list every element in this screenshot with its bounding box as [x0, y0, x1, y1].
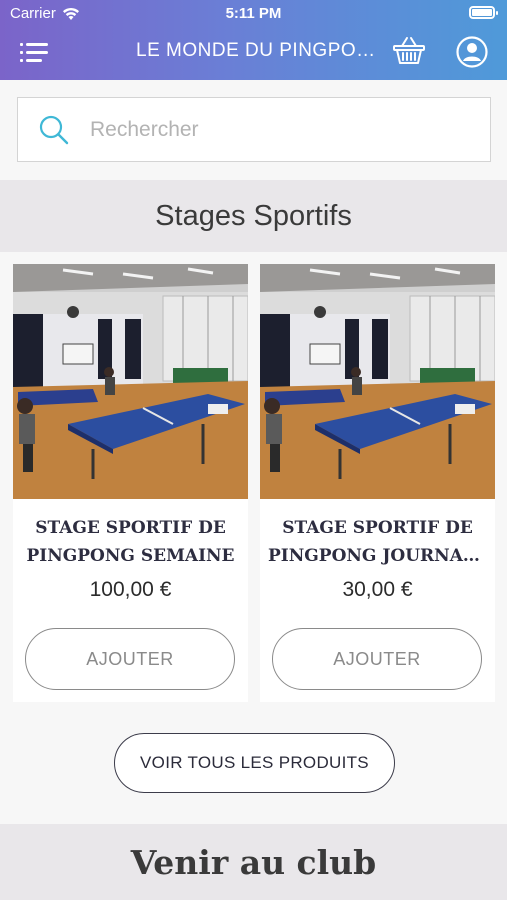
product-name-line: PINGPONG SEMAINE	[26, 546, 235, 566]
status-time: 5:11 PM	[225, 5, 282, 22]
product-image[interactable]	[260, 264, 495, 499]
product-image[interactable]	[13, 264, 248, 499]
status-bar: Carrier 5:11 PM	[0, 0, 507, 26]
battery-icon	[469, 6, 498, 19]
search-icon[interactable]	[38, 114, 70, 146]
search-bar	[17, 97, 491, 162]
section-title-club: Venir au club	[0, 824, 507, 900]
menu-icon	[20, 43, 48, 46]
pingpong-photo	[13, 264, 248, 499]
product-name-line: PINGPONG JOURNALIER	[268, 546, 487, 566]
product-card[interactable]: STAGE SPORTIF DE PINGPONG JOURNALIER 30,…	[260, 264, 495, 702]
basket-button[interactable]	[392, 36, 426, 66]
search-input[interactable]	[90, 110, 470, 150]
view-all-products-button[interactable]: VOIR TOUS LES PRODUITS	[114, 733, 395, 793]
app-header: Carrier 5:11 PM LE MONDE DU PINGPONG	[0, 0, 507, 80]
user-icon	[456, 36, 488, 68]
product-name-line: STAGE SPORTIF DE	[282, 518, 473, 538]
product-name[interactable]: STAGE SPORTIF DE PINGPONG SEMAINE	[21, 514, 240, 570]
product-price: 30,00 €	[342, 578, 413, 601]
product-card[interactable]: STAGE SPORTIF DE PINGPONG SEMAINE 100,00…	[13, 264, 248, 702]
basket-icon	[393, 37, 425, 64]
account-button[interactable]	[456, 36, 488, 68]
add-to-cart-button[interactable]: AJOUTER	[272, 628, 482, 690]
add-to-cart-button[interactable]: AJOUTER	[25, 628, 235, 690]
menu-icon-line	[20, 59, 42, 62]
section-title: Stages Sportifs	[0, 180, 507, 252]
navbar: LE MONDE DU PINGPONG	[0, 28, 507, 78]
menu-icon-line	[20, 51, 48, 54]
product-price: 100,00 €	[89, 578, 172, 601]
product-name-line: STAGE SPORTIF DE	[35, 518, 226, 538]
pingpong-photo	[260, 264, 495, 499]
menu-button[interactable]	[20, 41, 48, 63]
page-title: LE MONDE DU PINGPONG	[136, 40, 376, 61]
product-name[interactable]: STAGE SPORTIF DE PINGPONG JOURNALIER	[268, 514, 487, 570]
